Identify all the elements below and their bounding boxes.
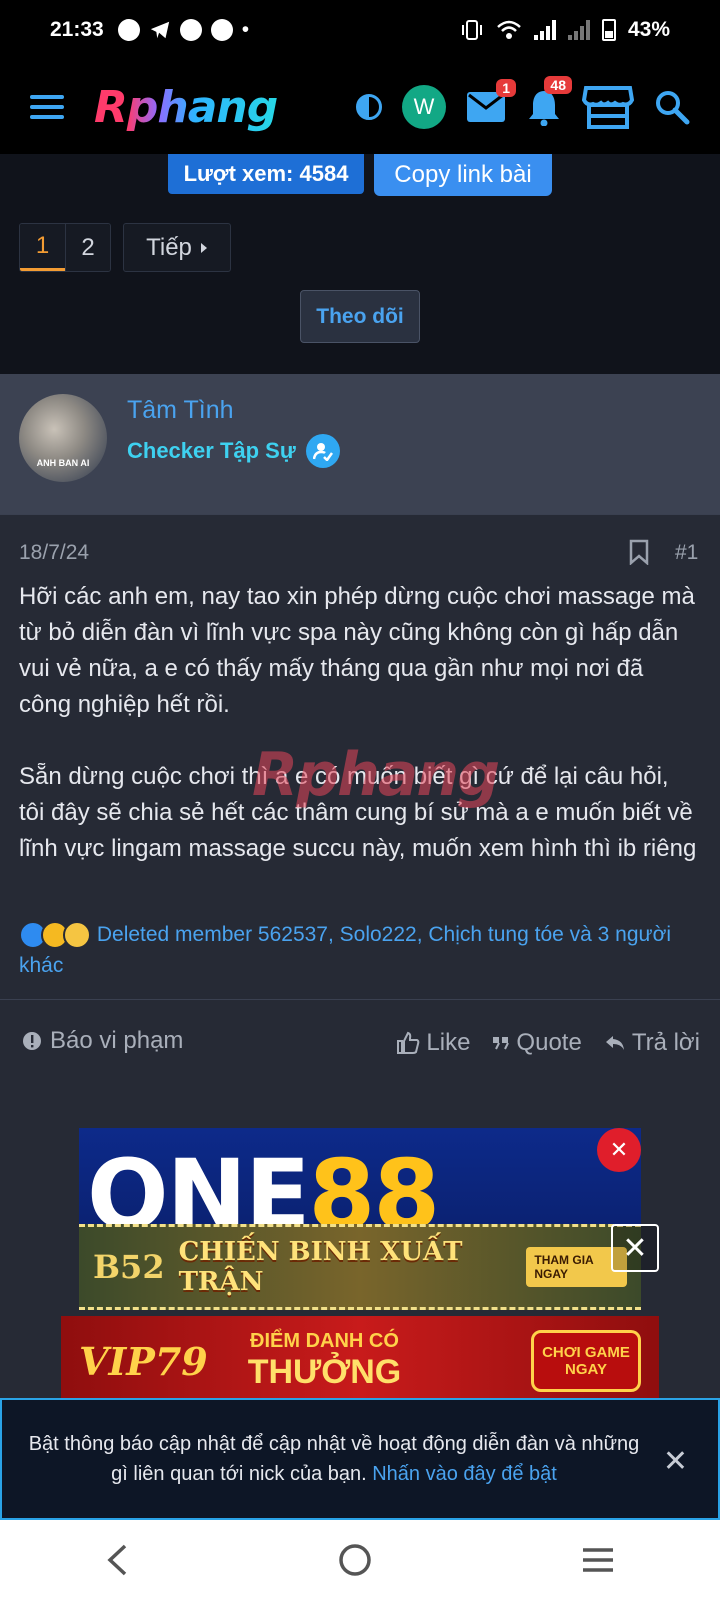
reply-button[interactable]: Trả lời xyxy=(604,1029,700,1057)
notification-icons: • xyxy=(117,18,250,42)
author-title: Checker Tập Sự xyxy=(127,434,340,468)
report-button[interactable]: Báo vi phạm xyxy=(22,1027,183,1055)
clock: 21:33 xyxy=(50,18,104,41)
theme-toggle-icon[interactable] xyxy=(356,94,382,120)
ad2-title: CHIẾN BINH XUẤT TRẬN xyxy=(178,1237,463,1297)
battery-icon xyxy=(601,19,616,41)
home-icon[interactable] xyxy=(338,1543,372,1577)
signal-icon-2 xyxy=(567,20,590,40)
close-ad-icon-2[interactable]: ✕ xyxy=(611,1224,659,1272)
message-icon xyxy=(117,19,140,41)
reply-label: Trả lời xyxy=(631,1029,700,1056)
close-icon[interactable]: ✕ xyxy=(663,1444,688,1479)
back-icon[interactable] xyxy=(105,1543,129,1577)
ad3-cta: CHƠI GAME NGAY xyxy=(531,1330,641,1392)
confused-reaction-icon xyxy=(63,921,91,950)
next-label: Tiếp xyxy=(146,233,192,261)
status-bar: 21:33 • 43% xyxy=(0,0,720,60)
avatar-caption: ANH BAN AI xyxy=(36,458,90,468)
ad3-small-text: ĐIỂM DANH CÓ xyxy=(250,1330,399,1352)
enable-notifications-link[interactable]: Nhấn vào đây để bật xyxy=(372,1463,557,1485)
author-rank: Checker Tập Sự xyxy=(127,438,296,463)
battery-percent: 43% xyxy=(627,18,670,41)
quote-label: Quote xyxy=(516,1029,582,1056)
bookmark-icon[interactable] xyxy=(629,539,649,565)
alert-icon xyxy=(23,1032,41,1050)
post-paragraph: Hỡi các anh em, nay tao xin phép dừng cu… xyxy=(19,583,695,718)
caret-right-icon xyxy=(200,242,207,253)
inbox-badge: 1 xyxy=(496,79,516,97)
thread-controls: Lượt xem: 4584 Copy link bài 1 2 Tiếp Th… xyxy=(0,154,720,374)
post-number[interactable]: #1 xyxy=(675,541,698,565)
report-label: Báo vi phạm xyxy=(50,1027,184,1054)
next-page-button[interactable]: Tiếp xyxy=(123,223,231,272)
vibrate-icon xyxy=(461,20,482,40)
wifi-icon xyxy=(497,20,521,39)
watermark-logo: Rphang xyxy=(252,740,500,810)
signal-icon xyxy=(533,20,556,40)
menu-icon[interactable] xyxy=(30,95,64,119)
notice-text: Bật thông báo cập nhật để cập nhật về ho… xyxy=(2,1429,642,1489)
views-button[interactable]: Lượt xem: 4584 xyxy=(168,154,364,194)
ad-area: ONE88 ✕ B52 CHIẾN BINH XUẤT TRẬN THAM GI… xyxy=(0,1110,720,1406)
vip79-banner[interactable]: VIP79 ĐIỂM DANH CÓ THƯỞNG CHƠI GAME NGAY xyxy=(61,1316,659,1406)
search-icon[interactable] xyxy=(654,89,690,125)
system-nav-bar xyxy=(0,1520,720,1600)
post-actions: Báo vi phạm Like Quote Trả lời xyxy=(0,1027,720,1087)
author-block: ANH BAN AI Tâm Tình Checker Tập Sự xyxy=(0,374,720,514)
author-avatar[interactable]: ANH BAN AI xyxy=(19,394,107,482)
inbox-button[interactable]: 1 xyxy=(466,79,516,123)
page-2-link[interactable]: 2 xyxy=(65,224,110,271)
more-dot-icon: • xyxy=(241,18,250,41)
post-body: Hỡi các anh em, nay tao xin phép dừng cu… xyxy=(19,579,699,867)
ad3-big-text: THƯỞNG xyxy=(247,1353,402,1391)
post: 18/7/24 #1 Hỡi các anh em, nay tao xin p… xyxy=(0,514,720,1109)
verified-user-icon xyxy=(305,434,340,468)
user-avatar[interactable]: W xyxy=(402,85,446,129)
page-1-link[interactable]: 1 xyxy=(20,224,65,271)
post-date[interactable]: 18/7/24 xyxy=(19,541,89,565)
ad2-brand: B52 xyxy=(93,1248,165,1286)
quote-button[interactable]: Quote xyxy=(492,1029,582,1057)
store-icon[interactable] xyxy=(582,84,634,130)
like-button[interactable]: Like xyxy=(396,1029,470,1057)
reply-icon xyxy=(605,1036,624,1050)
app-header: Rphang W 1 48 xyxy=(0,60,720,154)
app-icon-2 xyxy=(210,19,233,41)
divider xyxy=(0,999,720,1000)
thumbs-up-icon xyxy=(397,1031,420,1054)
copy-link-button[interactable]: Copy link bài xyxy=(374,154,552,196)
pagination: 1 2 Tiếp xyxy=(19,223,231,272)
recents-icon[interactable] xyxy=(581,1546,615,1574)
push-notice-banner: Bật thông báo cập nhật để cập nhật về ho… xyxy=(0,1398,720,1520)
reactions-bar[interactable]: Deleted member 562537, Solo222, Chịch tu… xyxy=(19,919,699,981)
like-label: Like xyxy=(426,1029,471,1056)
b52-banner[interactable]: B52 CHIẾN BINH XUẤT TRẬN THAM GIA NGAY xyxy=(79,1224,641,1310)
alerts-badge: 48 xyxy=(544,76,572,94)
site-logo[interactable]: Rphang xyxy=(94,82,278,133)
app-icon xyxy=(179,19,202,41)
telegram-icon xyxy=(150,21,169,39)
close-ad-icon[interactable]: ✕ xyxy=(597,1128,641,1172)
ad3-brand: VIP79 xyxy=(79,1338,208,1384)
alerts-button[interactable]: 48 xyxy=(526,76,572,126)
reactions-list[interactable]: Deleted member 562537, Solo222, Chịch tu… xyxy=(19,923,671,977)
quote-icon xyxy=(493,1037,510,1050)
author-name[interactable]: Tâm Tình xyxy=(127,396,234,425)
follow-button[interactable]: Theo dõi xyxy=(300,290,420,343)
reaction-icons xyxy=(19,921,91,950)
